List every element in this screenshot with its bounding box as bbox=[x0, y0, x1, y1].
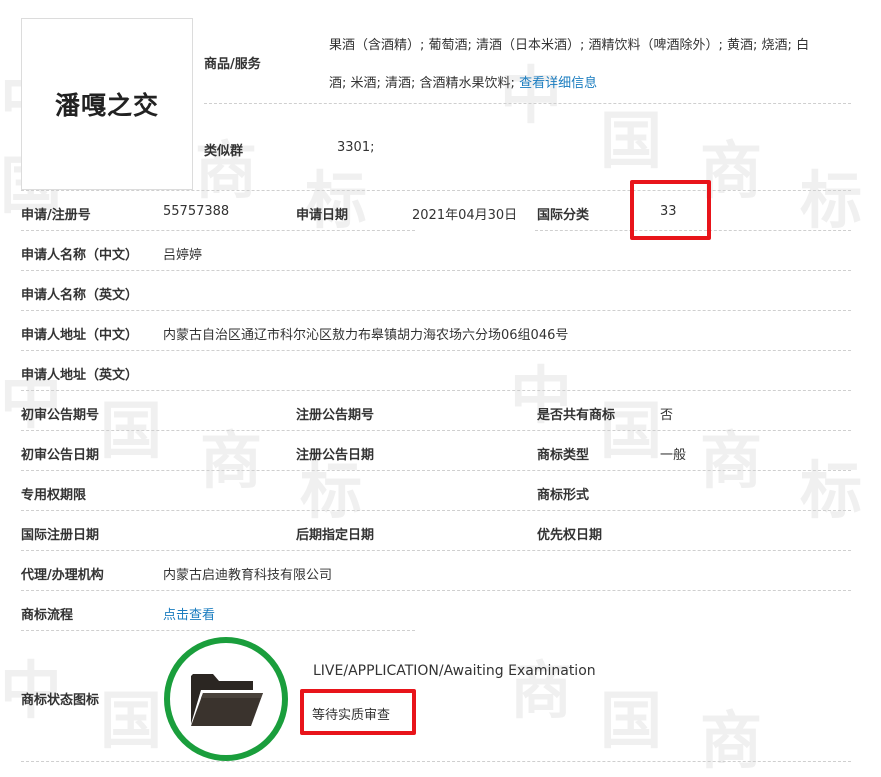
similar-group-value: 3301; bbox=[337, 140, 375, 155]
process-label: 商标流程 bbox=[21, 608, 74, 623]
watermark-char: 国 bbox=[100, 394, 163, 467]
divider bbox=[21, 470, 851, 471]
goods-details-link[interactable]: 查看详细信息 bbox=[519, 76, 597, 91]
watermark-char: 商 bbox=[700, 704, 763, 777]
tm-form-label: 商标形式 bbox=[537, 488, 590, 503]
prelim-pub-date-label: 初审公告日期 bbox=[21, 448, 100, 463]
status-icon-label: 商标状态图标 bbox=[21, 693, 100, 708]
apply-date-value: 2021年04月30日 bbox=[412, 208, 518, 223]
similar-group-label: 类似群 bbox=[204, 144, 244, 159]
divider bbox=[21, 590, 851, 591]
shared-label: 是否共有商标 bbox=[537, 408, 616, 423]
divider bbox=[204, 103, 851, 104]
status-highlight bbox=[300, 689, 416, 735]
trademark-image: 潘嘎之交 bbox=[21, 18, 193, 190]
divider bbox=[21, 510, 851, 511]
divider bbox=[21, 310, 851, 311]
exclusive-period-label: 专用权期限 bbox=[21, 488, 87, 503]
applicant-en-label: 申请人名称（英文） bbox=[21, 288, 139, 303]
goods-line-2-text: 酒; 米酒; 清酒; 含酒精水果饮料; bbox=[329, 76, 515, 91]
watermark-char: 标 bbox=[800, 164, 863, 237]
divider bbox=[21, 550, 851, 551]
applicant-cn-value: 吕婷婷 bbox=[163, 248, 203, 263]
divider bbox=[21, 230, 415, 231]
tm-type-value: 一般 bbox=[660, 448, 687, 463]
goods-label: 商品/服务 bbox=[204, 57, 261, 72]
divider bbox=[21, 761, 851, 762]
intl-class-label: 国际分类 bbox=[537, 208, 590, 223]
intl-reg-date-label: 国际注册日期 bbox=[21, 528, 100, 543]
status-icon bbox=[164, 637, 288, 761]
intl-class-highlight bbox=[630, 180, 711, 240]
reg-pub-no-label: 注册公告期号 bbox=[296, 408, 375, 423]
reg-pub-date-label: 注册公告日期 bbox=[296, 448, 375, 463]
reg-no-label: 申请/注册号 bbox=[21, 208, 91, 223]
reg-no-value: 55757388 bbox=[163, 204, 230, 219]
address-cn-value: 内蒙古自治区通辽市科尔沁区敖力布皋镇胡力海农场六分场06组046号 bbox=[163, 328, 569, 343]
apply-date-label: 申请日期 bbox=[296, 208, 349, 223]
watermark-char: 商 bbox=[700, 424, 763, 497]
watermark-char: 商 bbox=[200, 424, 263, 497]
tm-type-label: 商标类型 bbox=[537, 448, 590, 463]
watermark-char: 国 bbox=[600, 104, 663, 177]
process-link[interactable]: 点击查看 bbox=[163, 604, 215, 623]
address-en-label: 申请人地址（英文） bbox=[21, 368, 139, 383]
prelim-pub-no-label: 初审公告期号 bbox=[21, 408, 100, 423]
divider bbox=[21, 630, 415, 631]
status-en: LIVE/APPLICATION/Awaiting Examination bbox=[313, 663, 596, 679]
watermark-char: 国 bbox=[600, 684, 663, 757]
shared-value: 否 bbox=[660, 408, 674, 423]
folder-icon bbox=[191, 674, 263, 726]
agency-label: 代理/办理机构 bbox=[21, 568, 104, 583]
goods-line-2: 酒; 米酒; 清酒; 含酒精水果饮料; 查看详细信息 bbox=[329, 72, 597, 91]
address-cn-label: 申请人地址（中文） bbox=[21, 328, 139, 343]
agency-value: 内蒙古启迪教育科技有限公司 bbox=[163, 568, 333, 583]
watermark-char: 国 bbox=[100, 684, 163, 757]
divider bbox=[21, 350, 851, 351]
trademark-logo-text: 潘嘎之交 bbox=[54, 91, 159, 120]
divider bbox=[21, 190, 851, 191]
divider bbox=[21, 270, 851, 271]
later-designation-label: 后期指定日期 bbox=[296, 528, 375, 543]
priority-date-label: 优先权日期 bbox=[537, 528, 603, 543]
applicant-cn-label: 申请人名称（中文） bbox=[21, 248, 139, 263]
goods-line-1: 果酒（含酒精）; 葡萄酒; 清酒（日本米酒）; 酒精饮料（啤酒除外）; 黄酒; … bbox=[329, 38, 810, 53]
divider bbox=[21, 390, 851, 391]
divider bbox=[21, 430, 851, 431]
